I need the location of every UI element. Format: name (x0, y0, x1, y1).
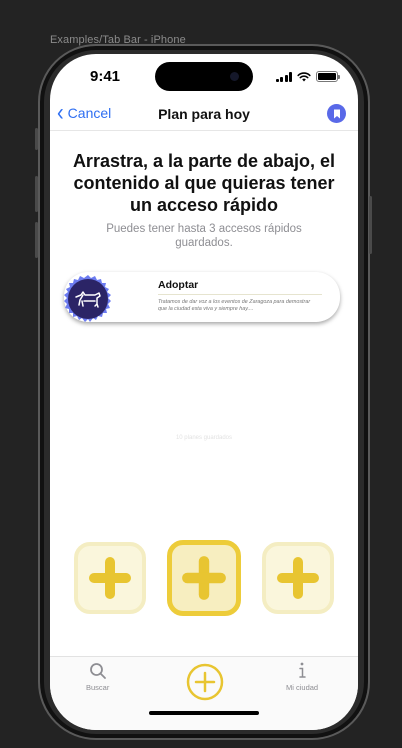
search-icon (89, 663, 106, 679)
tab-buscar[interactable]: Buscar (86, 662, 109, 692)
tab-buscar-label: Buscar (86, 683, 110, 692)
wifi-icon (297, 71, 311, 81)
info-icon (299, 662, 306, 678)
navigation-bar: ‹ Cancel Plan para hoy (50, 98, 358, 131)
bookmark-button[interactable] (327, 104, 346, 123)
plus-circle-icon (186, 663, 224, 701)
cellular-signal-icon (275, 71, 292, 82)
card-description: Tratamos de dar voz a los eventos de Zar… (158, 299, 311, 312)
card-title: Adoptar (158, 279, 199, 291)
dog-icon (64, 275, 111, 322)
quick-access-slot-2[interactable] (167, 540, 241, 616)
tab-mi-ciudad-label: Mi ciudad (286, 683, 319, 692)
plus-icon (182, 556, 226, 600)
battery-icon (316, 71, 340, 82)
instruction-subtitle: Puedes tener hasta 3 accesos rápidos gua… (106, 223, 302, 249)
volume-down-button (35, 222, 38, 258)
page-title: Plan para hoy (158, 106, 250, 122)
tab-bar: Buscar Mi ciudad (50, 656, 358, 730)
dynamic-island (155, 62, 253, 91)
screen: 9:41 ‹ Cancel Plan para hoy Arrastra, a … (50, 54, 358, 730)
quick-access-slot-1[interactable] (74, 542, 146, 614)
tab-add[interactable] (186, 663, 224, 701)
camera-icon (230, 72, 239, 81)
quick-access-slot-3[interactable] (262, 542, 334, 614)
instruction-headline: Arrastra, a la parte de abajo, el conten… (72, 151, 336, 215)
status-time: 9:41 (90, 68, 121, 85)
plus-icon (277, 557, 319, 599)
power-button (369, 196, 372, 254)
tab-mi-ciudad[interactable]: Mi ciudad (286, 661, 318, 692)
home-indicator (149, 711, 259, 715)
volume-up-button (35, 176, 38, 212)
bookmark-icon (333, 109, 340, 118)
card-divider (158, 294, 322, 295)
status-icons (275, 71, 340, 82)
plus-icon (89, 557, 131, 599)
action-button (35, 128, 38, 150)
saved-plans-hint: 10 planes guardados (175, 435, 233, 441)
status-bar: 9:41 (50, 54, 358, 98)
